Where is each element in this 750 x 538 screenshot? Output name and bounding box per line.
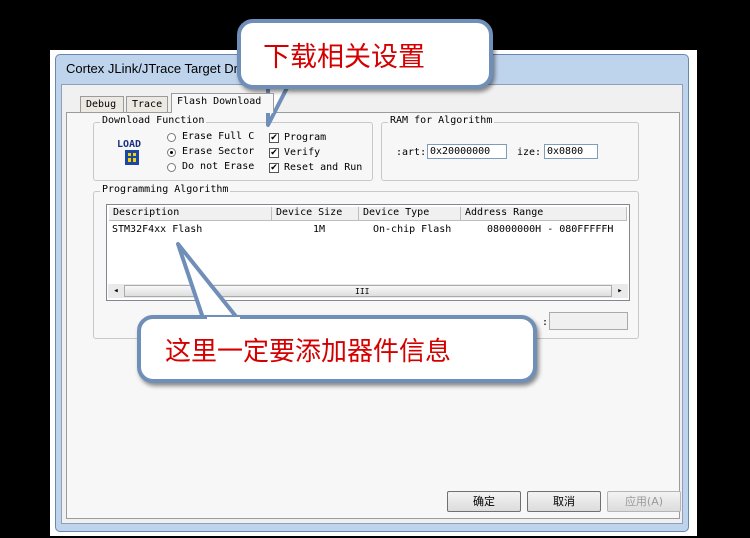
top-callout: 下载相关设置 [237, 19, 493, 89]
bottom-callout: 这里一定要添加器件信息 [137, 315, 537, 383]
tab-flash-download[interactable]: Flash Download [171, 93, 274, 113]
top-callout-text: 下载相关设置 [263, 42, 425, 73]
bottom-callout-text: 这里一定要添加器件信息 [165, 337, 452, 367]
bottom-callout-pointer [176, 242, 244, 326]
tab-flash-download-label: Flash Download [177, 96, 262, 107]
